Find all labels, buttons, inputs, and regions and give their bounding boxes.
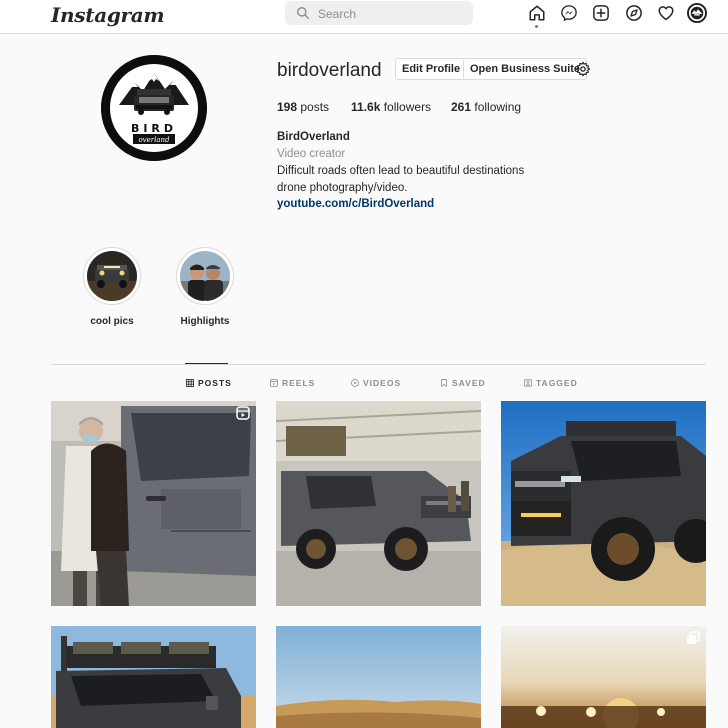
tab-reels-label: REELS (282, 378, 316, 388)
posts-count-value: 198 (277, 100, 298, 114)
tab-videos[interactable]: VIDEOS (351, 378, 401, 388)
highlight-cool-pics[interactable] (83, 247, 141, 305)
tab-posts[interactable]: POSTS (186, 378, 232, 388)
tab-videos-label: VIDEOS (363, 378, 402, 388)
posts-count-label: posts (297, 100, 330, 114)
followers-count-value: 11.6k (351, 100, 381, 114)
post-image (276, 626, 481, 728)
new-post-icon[interactable] (592, 4, 610, 22)
profile-picture[interactable]: BIRD overland (101, 55, 207, 161)
post-thumbnail[interactable] (276, 626, 481, 728)
tab-saved-label: SAVED (452, 378, 486, 388)
messenger-icon[interactable] (560, 4, 578, 22)
search-input[interactable] (316, 4, 470, 24)
instagram-logo[interactable]: Instagram (51, 3, 165, 27)
avatar-logo-text: BIRD (131, 122, 177, 135)
top-nav: Instagram (0, 0, 728, 34)
business-suite-button[interactable]: Open Business Suite (463, 58, 588, 80)
post-image (51, 401, 256, 606)
tab-tagged[interactable]: TAGGED (524, 378, 578, 388)
notification-dot (535, 25, 538, 28)
posts-count: 198 posts (277, 100, 329, 114)
igtv-icon (351, 379, 359, 387)
bio-category: Video creator (277, 148, 346, 160)
profile-avatar[interactable] (687, 3, 707, 23)
following-count[interactable]: 261 following (451, 100, 521, 114)
activity-heart-icon[interactable] (657, 4, 675, 22)
post-thumbnail[interactable] (501, 626, 706, 728)
followers-count[interactable]: 11.6k followers (351, 100, 431, 114)
post-thumbnail[interactable] (276, 401, 481, 606)
post-image (501, 626, 706, 728)
settings-gear-icon[interactable] (575, 61, 591, 77)
following-count-value: 261 (451, 100, 472, 114)
bio-link[interactable]: youtube.com/c/BirdOverland (277, 198, 434, 210)
followers-count-label: followers (380, 100, 432, 114)
search-icon (297, 7, 309, 19)
bookmark-icon (441, 379, 447, 387)
post-thumbnail[interactable] (51, 401, 256, 606)
explore-icon[interactable] (625, 4, 643, 22)
highlight-label-highlights: Highlights (180, 316, 230, 327)
post-thumbnail[interactable] (51, 626, 256, 728)
highlight-label-cool-pics: cool pics (90, 316, 134, 327)
search-bar[interactable] (285, 1, 473, 25)
bird-overland-logo: BIRD overland (101, 55, 207, 161)
highlight-cover-cool-pics (87, 251, 137, 301)
tab-tagged-label: TAGGED (536, 378, 578, 388)
profile-username: birdoverland (277, 60, 382, 81)
post-image (51, 626, 256, 728)
tabs-divider (51, 364, 706, 365)
highlight-cover-highlights (180, 251, 230, 301)
post-image (276, 401, 481, 606)
active-tab-indicator (185, 363, 228, 364)
post-thumbnail[interactable] (501, 401, 706, 606)
grid-icon (186, 379, 194, 387)
bio-text-line-2: drone photography/video. (277, 182, 408, 194)
tagged-icon (524, 379, 532, 387)
edit-profile-button[interactable]: Edit Profile (395, 58, 468, 80)
tab-saved[interactable]: SAVED (440, 378, 486, 388)
tab-reels[interactable]: REELS (270, 378, 315, 388)
bio-name: BirdOverland (277, 131, 350, 143)
reels-icon (270, 379, 278, 387)
following-count-label: following (471, 100, 522, 114)
bio-text-line-1: Difficult roads often lead to beautiful … (277, 165, 525, 177)
post-image (501, 401, 706, 606)
highlight-highlights[interactable] (176, 247, 234, 305)
avatar-logo-script: overland (138, 136, 170, 144)
tab-posts-label: POSTS (198, 378, 232, 388)
home-icon[interactable] (528, 4, 546, 22)
